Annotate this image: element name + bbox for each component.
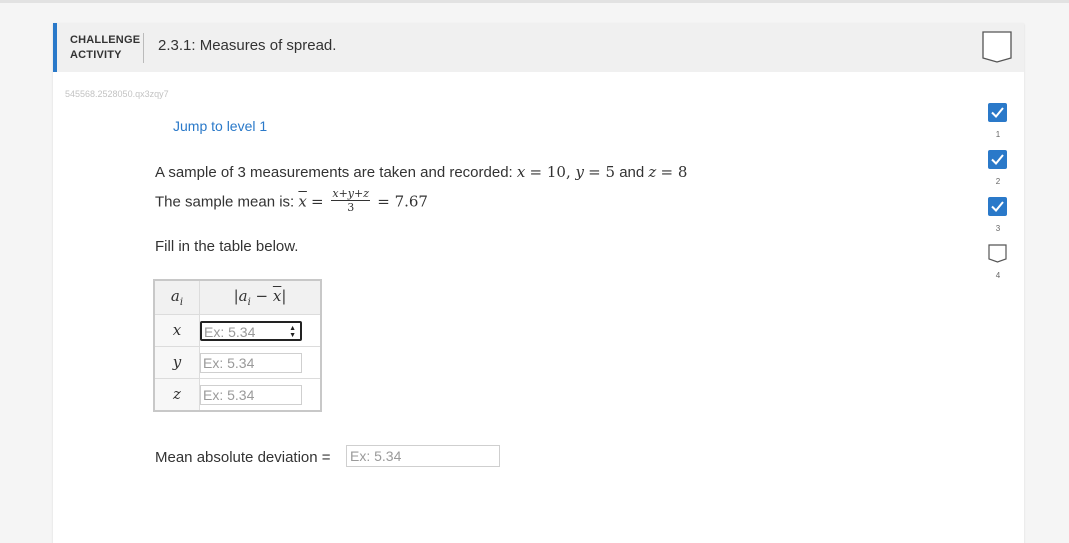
problem-line-2: The sample mean is: x = x+y+z 3 = 7.67 [155,187,428,214]
table-row: x Ex: 5.34 ▲ ▼ [153,314,322,347]
row-label-y: y [153,346,200,379]
header-cell-ai: ai [153,279,200,315]
fraction-denominator: 3 [347,201,355,214]
z-variable: z [648,163,657,181]
row-input-cell: Ex: 5.34 ▲ ▼ [199,314,322,347]
jump-to-level-link[interactable]: Jump to level 1 [173,118,267,134]
level-1-indicator[interactable]: 1 [986,103,1010,149]
completion-chevron-icon [982,31,1012,63]
problem-line-1: A sample of 3 measurements are taken and… [155,163,688,181]
check-chevron-icon [988,197,1007,216]
instructions-text: Fill in the table below. [155,238,299,255]
row-input-cell: Ex: 5.34 [199,346,322,379]
deviation-z-input[interactable]: Ex: 5.34 [200,384,302,405]
activity-title: 2.3.1: Measures of spread. [158,37,337,54]
row-label-z: z [153,378,200,412]
fraction-numerator: x+y+z [331,187,371,201]
header-accent-bar [53,23,57,72]
header-cell-abs-deviation: |ai − x| [199,279,322,315]
z-value: 8 [677,163,688,181]
sample-mean-value: 7.67 [394,192,428,211]
level-number: 1 [995,130,1001,139]
y-value: 5 [605,163,616,181]
deviation-y-input[interactable]: Ex: 5.34 [200,352,302,373]
table-header-row: ai |ai − x| [153,279,322,315]
check-chevron-icon [988,103,1007,122]
x-variable: x [516,163,526,181]
table-row: z Ex: 5.34 [153,378,322,412]
level-4-indicator[interactable]: 4 [986,244,1010,290]
deviation-table: ai |ai − x| x Ex: 5.34 ▲ ▼ y Ex: 5.34 z … [153,279,322,412]
problem-line1-prefix: A sample of 3 measurements are taken and… [155,164,513,181]
mad-label: Mean absolute deviation = [155,449,331,466]
empty-chevron-icon [988,244,1007,263]
row-label-x: x [153,314,200,347]
header-divider [143,33,144,63]
deviation-x-input[interactable]: Ex: 5.34 ▲ ▼ [200,320,302,341]
y-variable: y [575,163,584,181]
activity-reference-id: 545568.2528050.qx3zqy7 [65,89,169,99]
level-number: 4 [995,271,1001,280]
activity-type-line1: CHALLENGE [70,34,141,46]
activity-header: CHALLENGE ACTIVITY 2.3.1: Measures of sp… [53,23,1024,72]
level-number: 3 [995,224,1001,233]
challenge-card: CHALLENGE ACTIVITY 2.3.1: Measures of sp… [53,23,1024,543]
level-2-indicator[interactable]: 2 [986,150,1010,196]
level-3-indicator[interactable]: 3 [986,197,1010,243]
number-spinner-icon[interactable]: ▲ ▼ [289,325,296,339]
top-shadow [0,0,1069,3]
activity-type-line2: ACTIVITY [70,49,122,61]
mad-input[interactable]: Ex: 5.34 [346,445,500,467]
problem-line2-prefix: The sample mean is: [155,193,295,211]
and-word: and [619,164,645,181]
sample-mean-symbol: x [298,192,307,211]
row-input-cell: Ex: 5.34 [199,378,322,412]
table-row: y Ex: 5.34 [153,346,322,379]
activity-type-label: CHALLENGE ACTIVITY [70,33,145,63]
x-value: 10 [546,163,566,181]
level-number: 2 [995,177,1001,186]
mean-fraction: x+y+z 3 [331,187,371,214]
check-chevron-icon [988,150,1007,169]
